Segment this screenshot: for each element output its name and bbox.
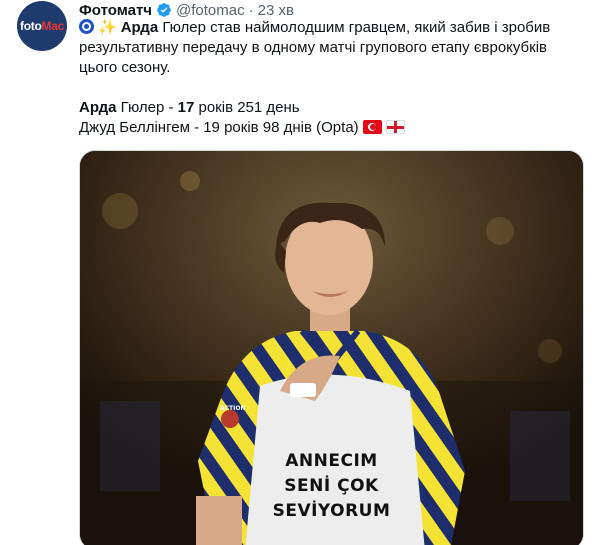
author-handle[interactable]: @fotomac [176, 2, 245, 19]
turkey-flag-icon [362, 120, 382, 134]
tweet-line-1: ✨ Арда Гюлер став наймолодшим гравцем, як… [79, 18, 594, 38]
author-name[interactable]: Фотоматч [79, 2, 152, 19]
line-4-mid: Гюлер - [116, 99, 178, 116]
tweet-line-3: цього сезону. [79, 59, 171, 76]
line-1-text: Гюлер став наймолодшим гравцем, який заб… [158, 19, 551, 36]
shirt-text-2: SENİ ÇOK [284, 476, 379, 496]
avatar-logo-accent: Mac [41, 19, 65, 33]
line-5-text: Джуд Беллінгем - 19 років 98 днів (Opta) [79, 119, 359, 136]
age-years: 17 [177, 99, 195, 116]
tweet-line-2: результативну передачу в одному матчі гр… [79, 39, 548, 56]
player-name-2: Арда [79, 99, 117, 116]
tweet-header: Фотоматч @fotomac · 23 хв [79, 0, 294, 20]
separator-dot: · [248, 1, 254, 19]
tweet-text: ✨ Арда Гюлер став наймолодшим гравцем, як… [79, 18, 594, 138]
shirt-text-1: ANNECIM [285, 451, 378, 471]
sleeve-patch-label: ACTION [220, 405, 246, 412]
sparkles-icon: ✨ [98, 19, 117, 36]
england-flag-icon [385, 120, 405, 134]
line-4-rest: років 251 день [194, 99, 300, 116]
avatar-logo-main: foto [20, 19, 42, 33]
player-name: Арда [120, 19, 159, 36]
tweet-time[interactable]: 23 хв [258, 2, 294, 19]
tweet-line-4: Арда Гюлер - 17 років 251 день [79, 98, 594, 118]
avatar-logo: fotoMac [20, 19, 64, 33]
nazar-eye-icon [79, 19, 94, 34]
shirt-text-3: SEVİYORUM [272, 501, 391, 521]
tweet-photo[interactable]: ANNECIM SENİ ÇOK SEVİYORUM ACTION [79, 150, 584, 545]
verified-badge-icon[interactable] [156, 2, 172, 18]
tweet-line-5: Джуд Беллінгем - 19 років 98 днів (Opta) [79, 118, 594, 138]
avatar[interactable]: fotoMac [17, 1, 67, 51]
